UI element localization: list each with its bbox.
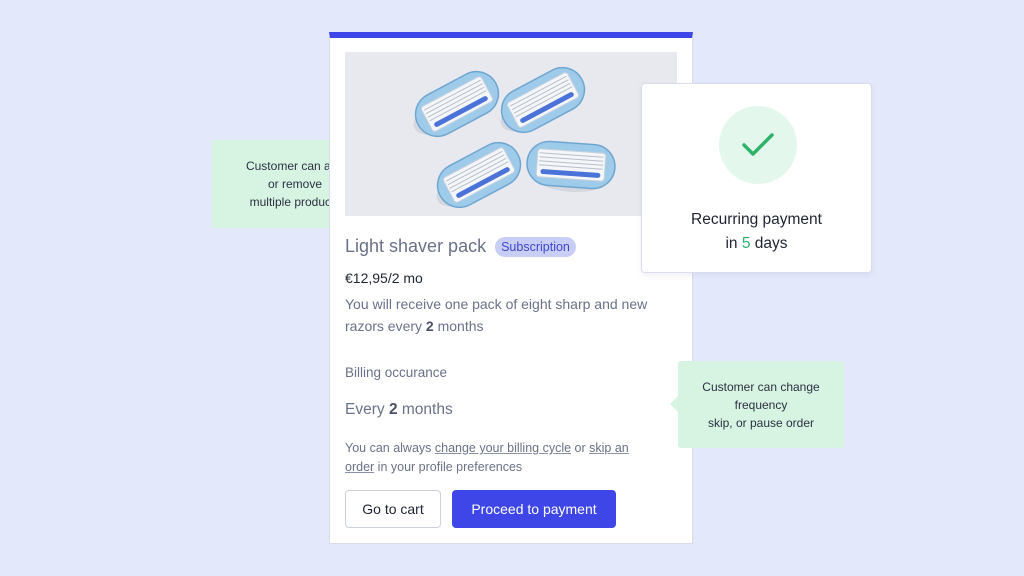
go-to-cart-button[interactable]: Go to cart [345,490,441,528]
info-text: You can always [345,441,435,455]
info-text: in your profile preferences [374,460,523,474]
description-text: You will receive one pack of eight sharp… [345,296,648,334]
tooltip-line: skip, or pause order [707,415,815,430]
product-card: Light shaver pack Subscription €12,95/2 … [329,32,693,544]
tooltip-line: frequency [734,397,788,412]
change-billing-cycle-link[interactable]: change your billing cycle [435,441,571,455]
tooltip-line: Customer can change [702,379,820,394]
product-title-row: Light shaver pack Subscription [345,236,576,257]
checkmark-icon [719,106,797,184]
billing-value-suffix: months [397,401,453,418]
product-image [345,52,677,216]
billing-value-prefix: Every [345,401,389,418]
razor-cartridges-image [407,59,618,216]
recurring-payment-text: Recurring payment in 5 days [642,208,871,256]
product-price: €12,95/2 mo [345,270,423,286]
info-text: or [571,441,590,455]
recurring-suffix: days [750,235,788,252]
billing-value: Every 2 months [345,401,453,419]
checkmark-icon-glyph [742,133,774,156]
billing-label: Billing occurance [345,365,448,380]
product-title: Light shaver pack [345,236,487,256]
description-text: months [433,318,484,334]
tooltip-change-frequency: Customer can change frequency skip, or p… [670,361,844,448]
recurring-prefix: in [725,235,742,252]
proceed-to-payment-button[interactable]: Proceed to payment [452,490,616,528]
subscription-badge: Subscription [495,236,576,257]
billing-value-number: 2 [388,401,398,418]
recurring-payment-line2: in 5 days [642,232,871,256]
recurring-payment-panel: Recurring payment in 5 days [641,83,872,273]
recurring-payment-line1: Recurring payment [691,211,822,228]
billing-info-text: You can always change your billing cycle… [345,439,645,477]
product-description: You will receive one pack of eight sharp… [345,293,665,337]
description-frequency: 2 [425,318,434,334]
